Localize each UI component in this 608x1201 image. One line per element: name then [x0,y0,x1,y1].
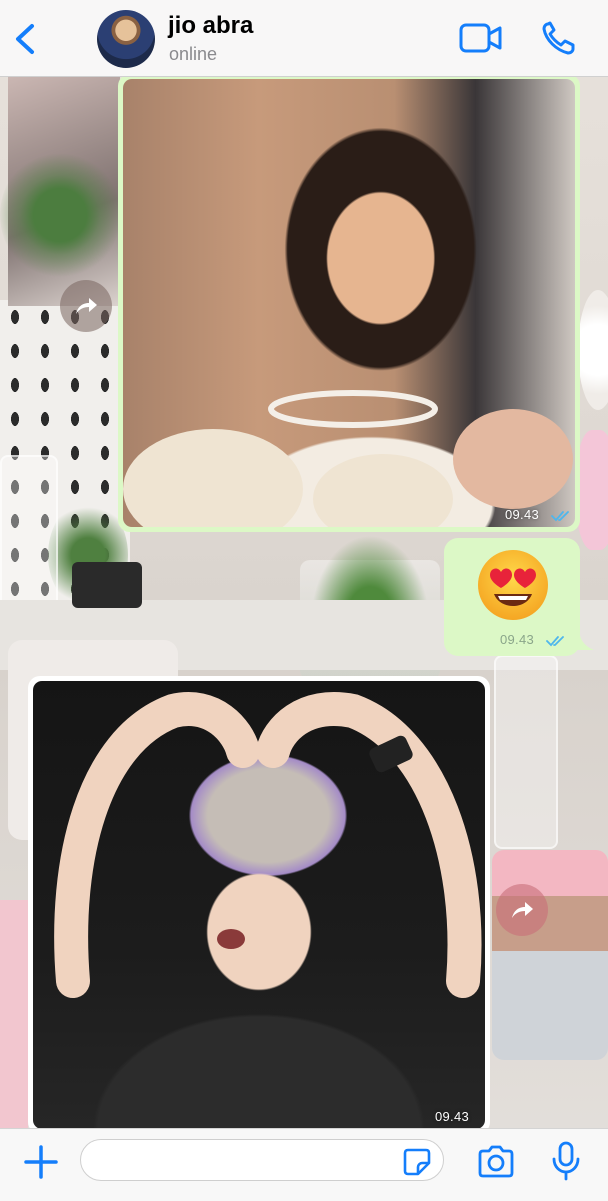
photo-attachment[interactable]: 09.43 [33,681,485,1129]
forward-arrow-icon [512,902,533,918]
contact-status: online [169,44,218,64]
incoming-image-message[interactable]: 09.43 [28,676,490,1134]
photo-attachment[interactable]: 09.43 [123,79,575,527]
read-receipt-icon [546,636,564,647]
video-call-button[interactable] [458,20,504,56]
back-button[interactable] [8,18,44,60]
sticker-button[interactable] [402,1147,432,1177]
heart-arms [54,692,482,998]
message-time: 09.43 [500,632,535,647]
message-input[interactable] [80,1139,444,1181]
contact-name[interactable]: jio abra [168,12,253,40]
chevron-left-icon [16,24,34,54]
phone-icon [542,21,575,55]
voice-call-button[interactable] [540,18,578,58]
video-camera-icon [459,23,502,53]
camera-icon [478,1145,514,1178]
read-receipt-icon [551,511,569,522]
outgoing-emoji-message[interactable]: 09.43 [444,538,580,656]
camera-button[interactable] [476,1145,516,1179]
microphone-button[interactable] [551,1141,581,1181]
attach-button[interactable] [22,1143,60,1181]
bubble-tail [572,628,594,650]
microphone-icon [552,1141,580,1181]
heart-eyes-emoji-icon [478,550,548,620]
plus-icon [24,1145,58,1179]
outgoing-image-message[interactable]: 09.43 [118,74,580,532]
message-time: 09.43 [435,1109,470,1124]
forward-arrow-icon [76,298,97,314]
chat-header: jio abra online [0,0,608,77]
message-time: 09.43 [505,507,540,522]
forward-button[interactable] [496,884,548,936]
sticker-icon [403,1148,431,1176]
avatar[interactable] [97,10,155,68]
message-composer [0,1128,608,1201]
forward-button[interactable] [60,280,112,332]
heart-hands [123,390,573,527]
